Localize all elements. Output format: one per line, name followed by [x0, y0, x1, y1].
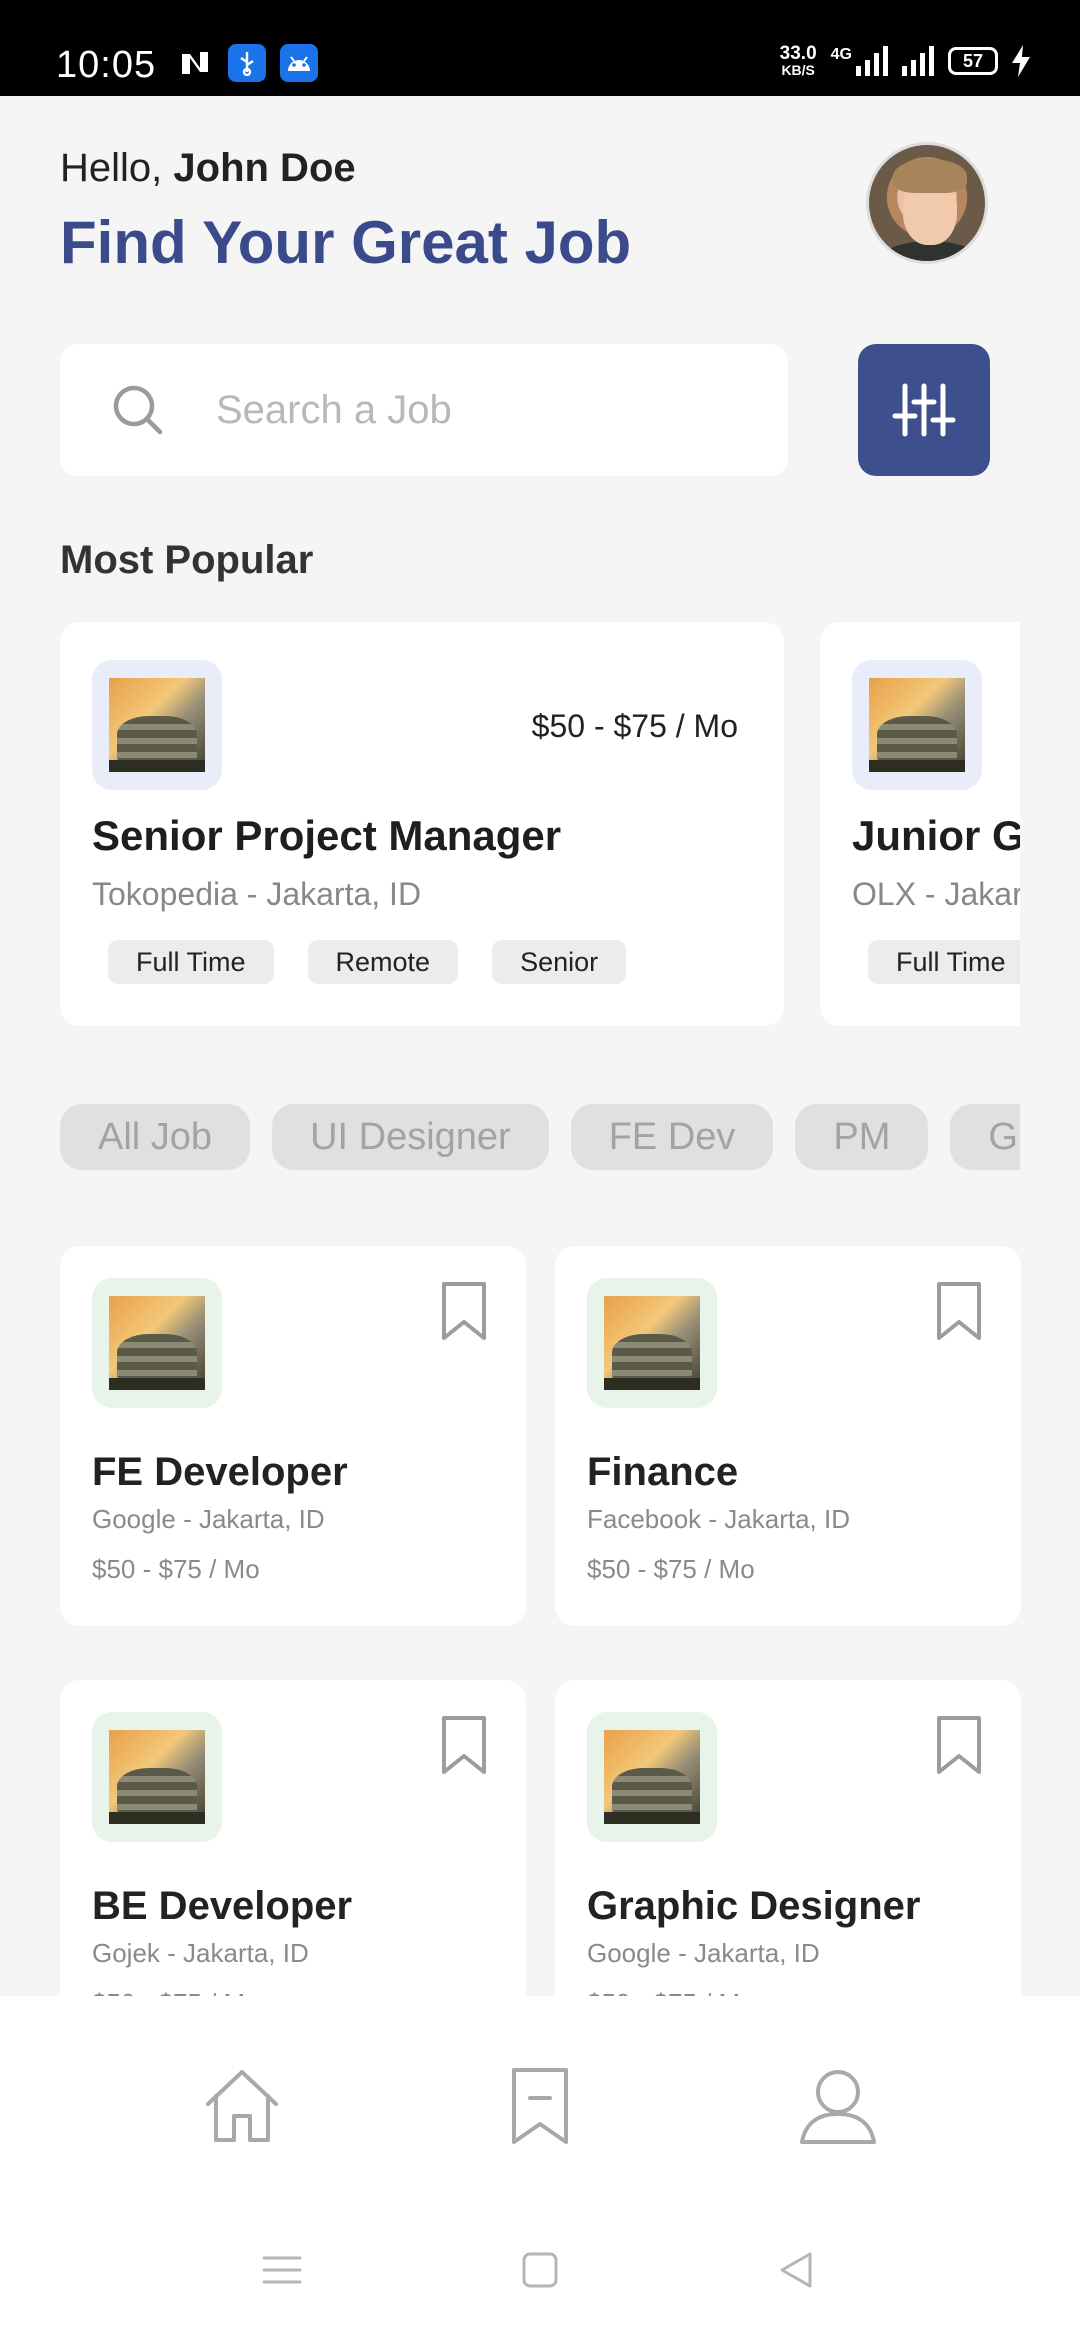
- bookmark-icon[interactable]: [935, 1714, 983, 1776]
- job-company: Google - Jakarta, ID: [587, 1938, 820, 1968]
- page-title: Find Your Great Job: [60, 209, 632, 276]
- job-card[interactable]: Finance Facebook - Jakarta, ID $50 - $75…: [555, 1246, 1021, 1626]
- job-company: Google - Jakarta, ID: [92, 1504, 325, 1534]
- job-company: OLX - Jakar: [852, 876, 1020, 912]
- search-icon: [113, 385, 163, 435]
- home-icon[interactable]: [202, 2066, 282, 2146]
- user-icon[interactable]: [798, 2066, 878, 2146]
- job-tag: Senior: [492, 940, 627, 984]
- charging-icon: [1012, 44, 1030, 77]
- job-card[interactable]: FE Developer Google - Jakarta, ID $50 - …: [60, 1246, 526, 1626]
- bookmark-icon[interactable]: [500, 2066, 580, 2146]
- n-logo-icon: [182, 52, 208, 74]
- job-title: Junior Gr: [852, 812, 1020, 859]
- popular-jobs-carousel[interactable]: $50 - $75 / Mo Senior Project Manager To…: [60, 622, 1020, 1026]
- sliders-icon: [892, 383, 956, 437]
- network-speed: 33.0 KB/S: [779, 43, 817, 78]
- job-salary: $50 - $75 / Mo: [92, 1554, 260, 1584]
- category-filter[interactable]: All Job UI Designer FE Dev PM Gra: [60, 1104, 1020, 1170]
- job-tags: Full Time Remote Senior: [108, 940, 627, 984]
- filter-button[interactable]: [858, 344, 990, 476]
- job-company: Tokopedia - Jakarta, ID: [92, 876, 422, 912]
- bottom-navigation: [0, 1996, 1080, 2340]
- search-input[interactable]: [216, 384, 756, 436]
- chip-fe-dev[interactable]: FE Dev: [570, 1104, 774, 1170]
- status-system-icons: 33.0 KB/S 4G 57: [780, 44, 1030, 77]
- job-tags: Full Time: [868, 940, 1020, 984]
- company-logo: [587, 1278, 717, 1408]
- job-salary: $50 - $75 / Mo: [587, 1554, 755, 1584]
- job-title: Senior Project Manager: [92, 812, 562, 859]
- job-tag: Full Time: [868, 940, 1020, 984]
- job-title: BE Developer: [92, 1884, 353, 1928]
- job-salary: $50 - $75 / Mo: [531, 708, 738, 744]
- section-title-most-popular: Most Popular: [60, 538, 314, 582]
- greeting: Hello, John Doe: [60, 146, 356, 190]
- status-time: 10:05: [56, 44, 157, 86]
- job-title: Graphic Designer: [587, 1884, 921, 1928]
- menu-icon[interactable]: [262, 2250, 302, 2290]
- battery-icon: 57: [948, 46, 998, 75]
- bookmark-icon[interactable]: [440, 1280, 488, 1342]
- chip-all-job[interactable]: All Job: [60, 1104, 251, 1170]
- company-logo: [92, 1278, 222, 1408]
- avatar[interactable]: [866, 142, 988, 264]
- job-company: Gojek - Jakarta, ID: [92, 1938, 309, 1968]
- company-logo: [92, 660, 222, 790]
- back-icon[interactable]: [776, 2250, 816, 2290]
- android-icon: [280, 44, 318, 82]
- chip-pm[interactable]: PM: [795, 1104, 929, 1170]
- chip-graphic[interactable]: Gra: [950, 1104, 1020, 1170]
- home-square-icon[interactable]: [520, 2250, 560, 2290]
- cell-signal-4g-icon: 4G: [831, 45, 888, 76]
- bookmark-icon[interactable]: [440, 1714, 488, 1776]
- search-bar[interactable]: [60, 344, 788, 476]
- cell-signal-icon: [902, 45, 934, 76]
- job-tag: Remote: [307, 940, 459, 984]
- popular-job-card[interactable]: Junior Gr OLX - Jakar Full Time: [820, 622, 1020, 1026]
- chip-ui-designer[interactable]: UI Designer: [272, 1104, 549, 1170]
- job-company: Facebook - Jakarta, ID: [587, 1504, 850, 1534]
- user-name: John Doe: [173, 146, 356, 190]
- job-title: FE Developer: [92, 1450, 348, 1494]
- bookmark-icon[interactable]: [935, 1280, 983, 1342]
- status-notification-icons: [176, 44, 318, 82]
- status-bar: 10:05 33.0 KB/S 4G 57: [0, 0, 1080, 96]
- company-logo: [852, 660, 982, 790]
- job-title: Finance: [587, 1450, 739, 1494]
- popular-job-card[interactable]: $50 - $75 / Mo Senior Project Manager To…: [60, 622, 784, 1026]
- company-logo: [92, 1712, 222, 1842]
- usb-icon: [228, 44, 266, 82]
- job-tag: Full Time: [108, 940, 274, 984]
- company-logo: [587, 1712, 717, 1842]
